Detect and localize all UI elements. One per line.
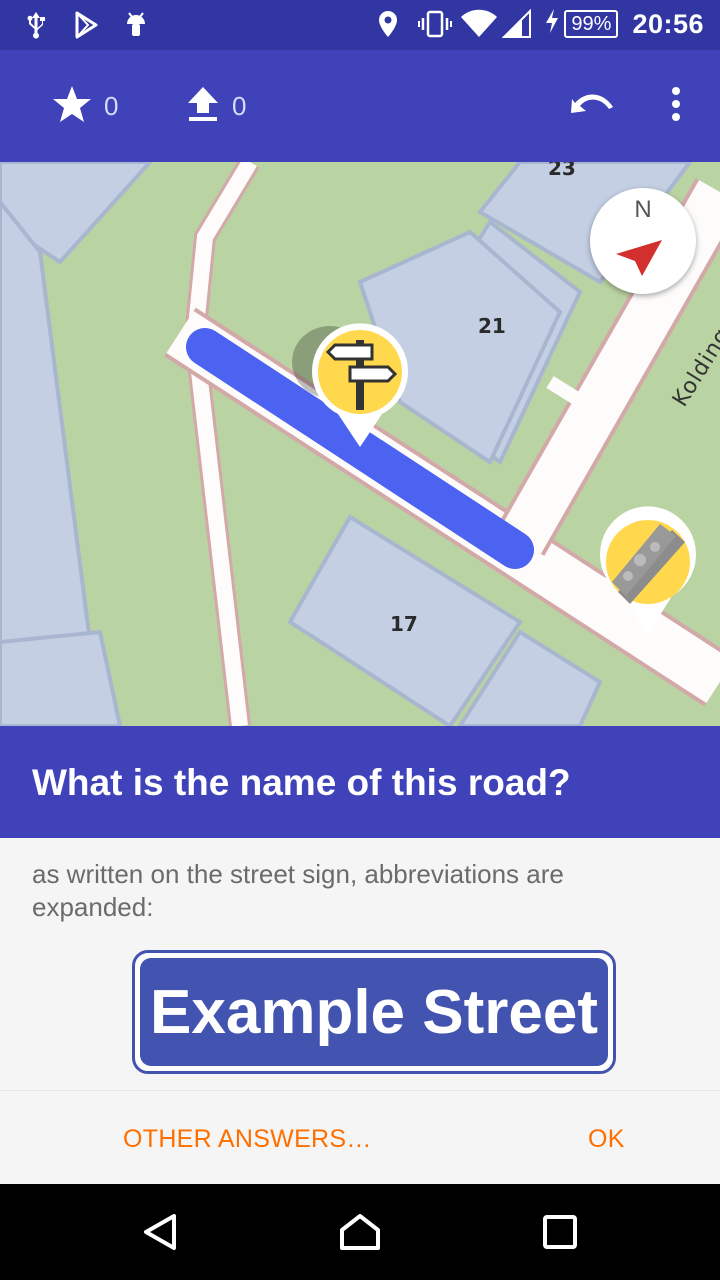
recents-button[interactable] — [534, 1208, 586, 1260]
back-icon — [140, 1212, 180, 1257]
recents-icon — [542, 1214, 578, 1255]
uploads-count: 0 — [232, 91, 247, 121]
map-view[interactable]: N 23 21 17 Kolding — [0, 162, 720, 726]
quest-body: as written on the street sign, abbreviat… — [0, 838, 720, 1090]
other-answers-button[interactable]: OTHER ANSWERS… — [123, 1125, 372, 1154]
top-toolbar: 0 0 — [0, 50, 720, 162]
quest-title: What is the name of this road? — [32, 762, 571, 803]
battery-level: 99% — [564, 10, 619, 38]
usb-icon — [22, 10, 50, 40]
star-icon — [52, 85, 92, 128]
charging-icon — [544, 8, 560, 40]
answer-button-bar: OTHER ANSWERS… OK — [0, 1090, 720, 1184]
stars-counter[interactable]: 0 — [52, 85, 118, 128]
back-button[interactable] — [134, 1208, 186, 1260]
home-icon — [338, 1212, 382, 1257]
street-name-value: Example Street — [150, 977, 598, 1047]
vibrate-icon — [418, 9, 453, 39]
signal-icon — [501, 8, 532, 39]
compass-button[interactable]: N — [590, 188, 696, 294]
street-sign: Example Street — [140, 958, 608, 1066]
battery-indicator: 99% — [544, 8, 619, 40]
home-button[interactable] — [334, 1208, 386, 1260]
street-name-input[interactable]: Example Street — [132, 950, 616, 1074]
android-icon — [122, 10, 150, 40]
clock: 20:56 — [632, 8, 704, 39]
undo-icon — [569, 89, 615, 124]
upload-icon — [186, 85, 220, 128]
house-number-label: 21 — [478, 314, 506, 338]
house-number-label: 23 — [548, 162, 576, 180]
wifi-icon — [460, 9, 498, 39]
quest-header: What is the name of this road? — [0, 726, 720, 838]
stars-count: 0 — [104, 91, 119, 121]
overflow-menu-icon — [671, 86, 681, 126]
undo-button[interactable] — [568, 84, 616, 128]
location-icon — [376, 9, 404, 39]
overflow-menu-button[interactable] — [652, 84, 700, 128]
status-bar: 99% 20:56 — [0, 0, 720, 50]
play-store-icon — [72, 10, 100, 40]
navigation-bar — [0, 1184, 720, 1280]
ok-button[interactable]: OK — [588, 1125, 625, 1154]
uploads-counter[interactable]: 0 — [186, 85, 246, 128]
house-number-label: 17 — [390, 612, 418, 636]
compass-arrow-icon — [616, 240, 662, 276]
quest-hint: as written on the street sign, abbreviat… — [32, 859, 564, 922]
